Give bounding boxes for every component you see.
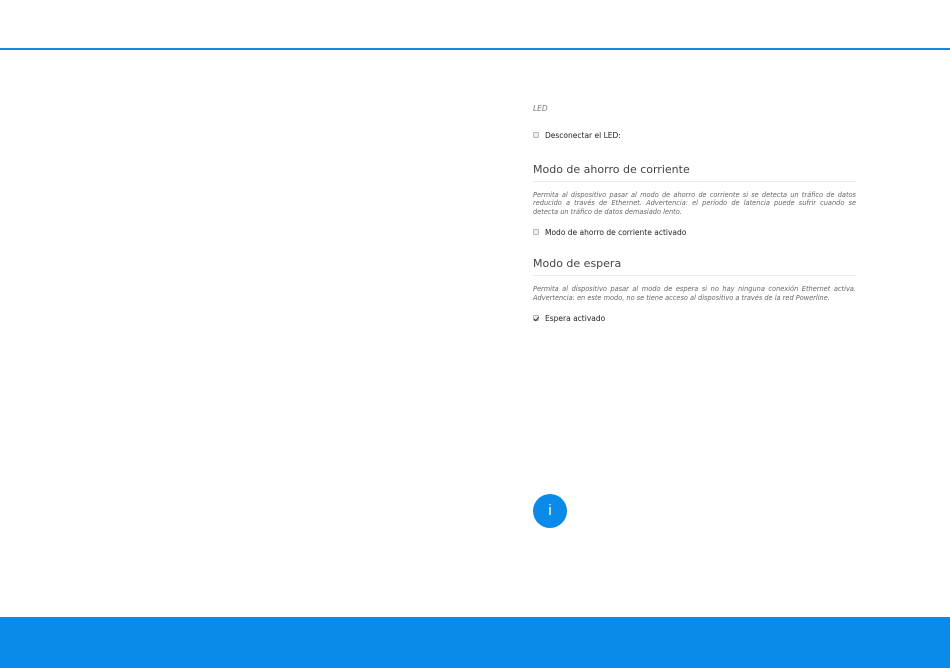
header-accent-line: [0, 48, 950, 50]
standby-title: Modo de espera: [533, 257, 856, 277]
info-button[interactable]: i: [533, 494, 567, 528]
power-saving-row[interactable]: Modo de ahorro de corriente activado: [533, 227, 856, 237]
led-disconnect-checkbox[interactable]: [533, 132, 539, 138]
led-disconnect-label: Desconectar el LED:: [545, 130, 621, 140]
standby-checkbox[interactable]: [533, 315, 539, 322]
power-saving-title: Modo de ahorro de corriente: [533, 163, 856, 182]
power-saving-label: Modo de ahorro de corriente activado: [545, 227, 687, 237]
footer-bar: [0, 617, 950, 668]
standby-row[interactable]: Espera activado: [533, 313, 856, 323]
led-label: LED: [533, 104, 548, 113]
power-saving-checkbox[interactable]: [533, 229, 539, 236]
standby-description: Permita al dispositivo pasar al modo de …: [533, 285, 856, 302]
info-icon: i: [548, 502, 552, 519]
power-saving-description: Permita al dispositivo pasar al modo de …: [533, 191, 856, 216]
settings-panel: LED Desconectar el LED: Modo de ahorro d…: [533, 104, 856, 323]
standby-label: Espera activado: [545, 313, 606, 323]
led-disconnect-row[interactable]: Desconectar el LED:: [533, 130, 856, 140]
